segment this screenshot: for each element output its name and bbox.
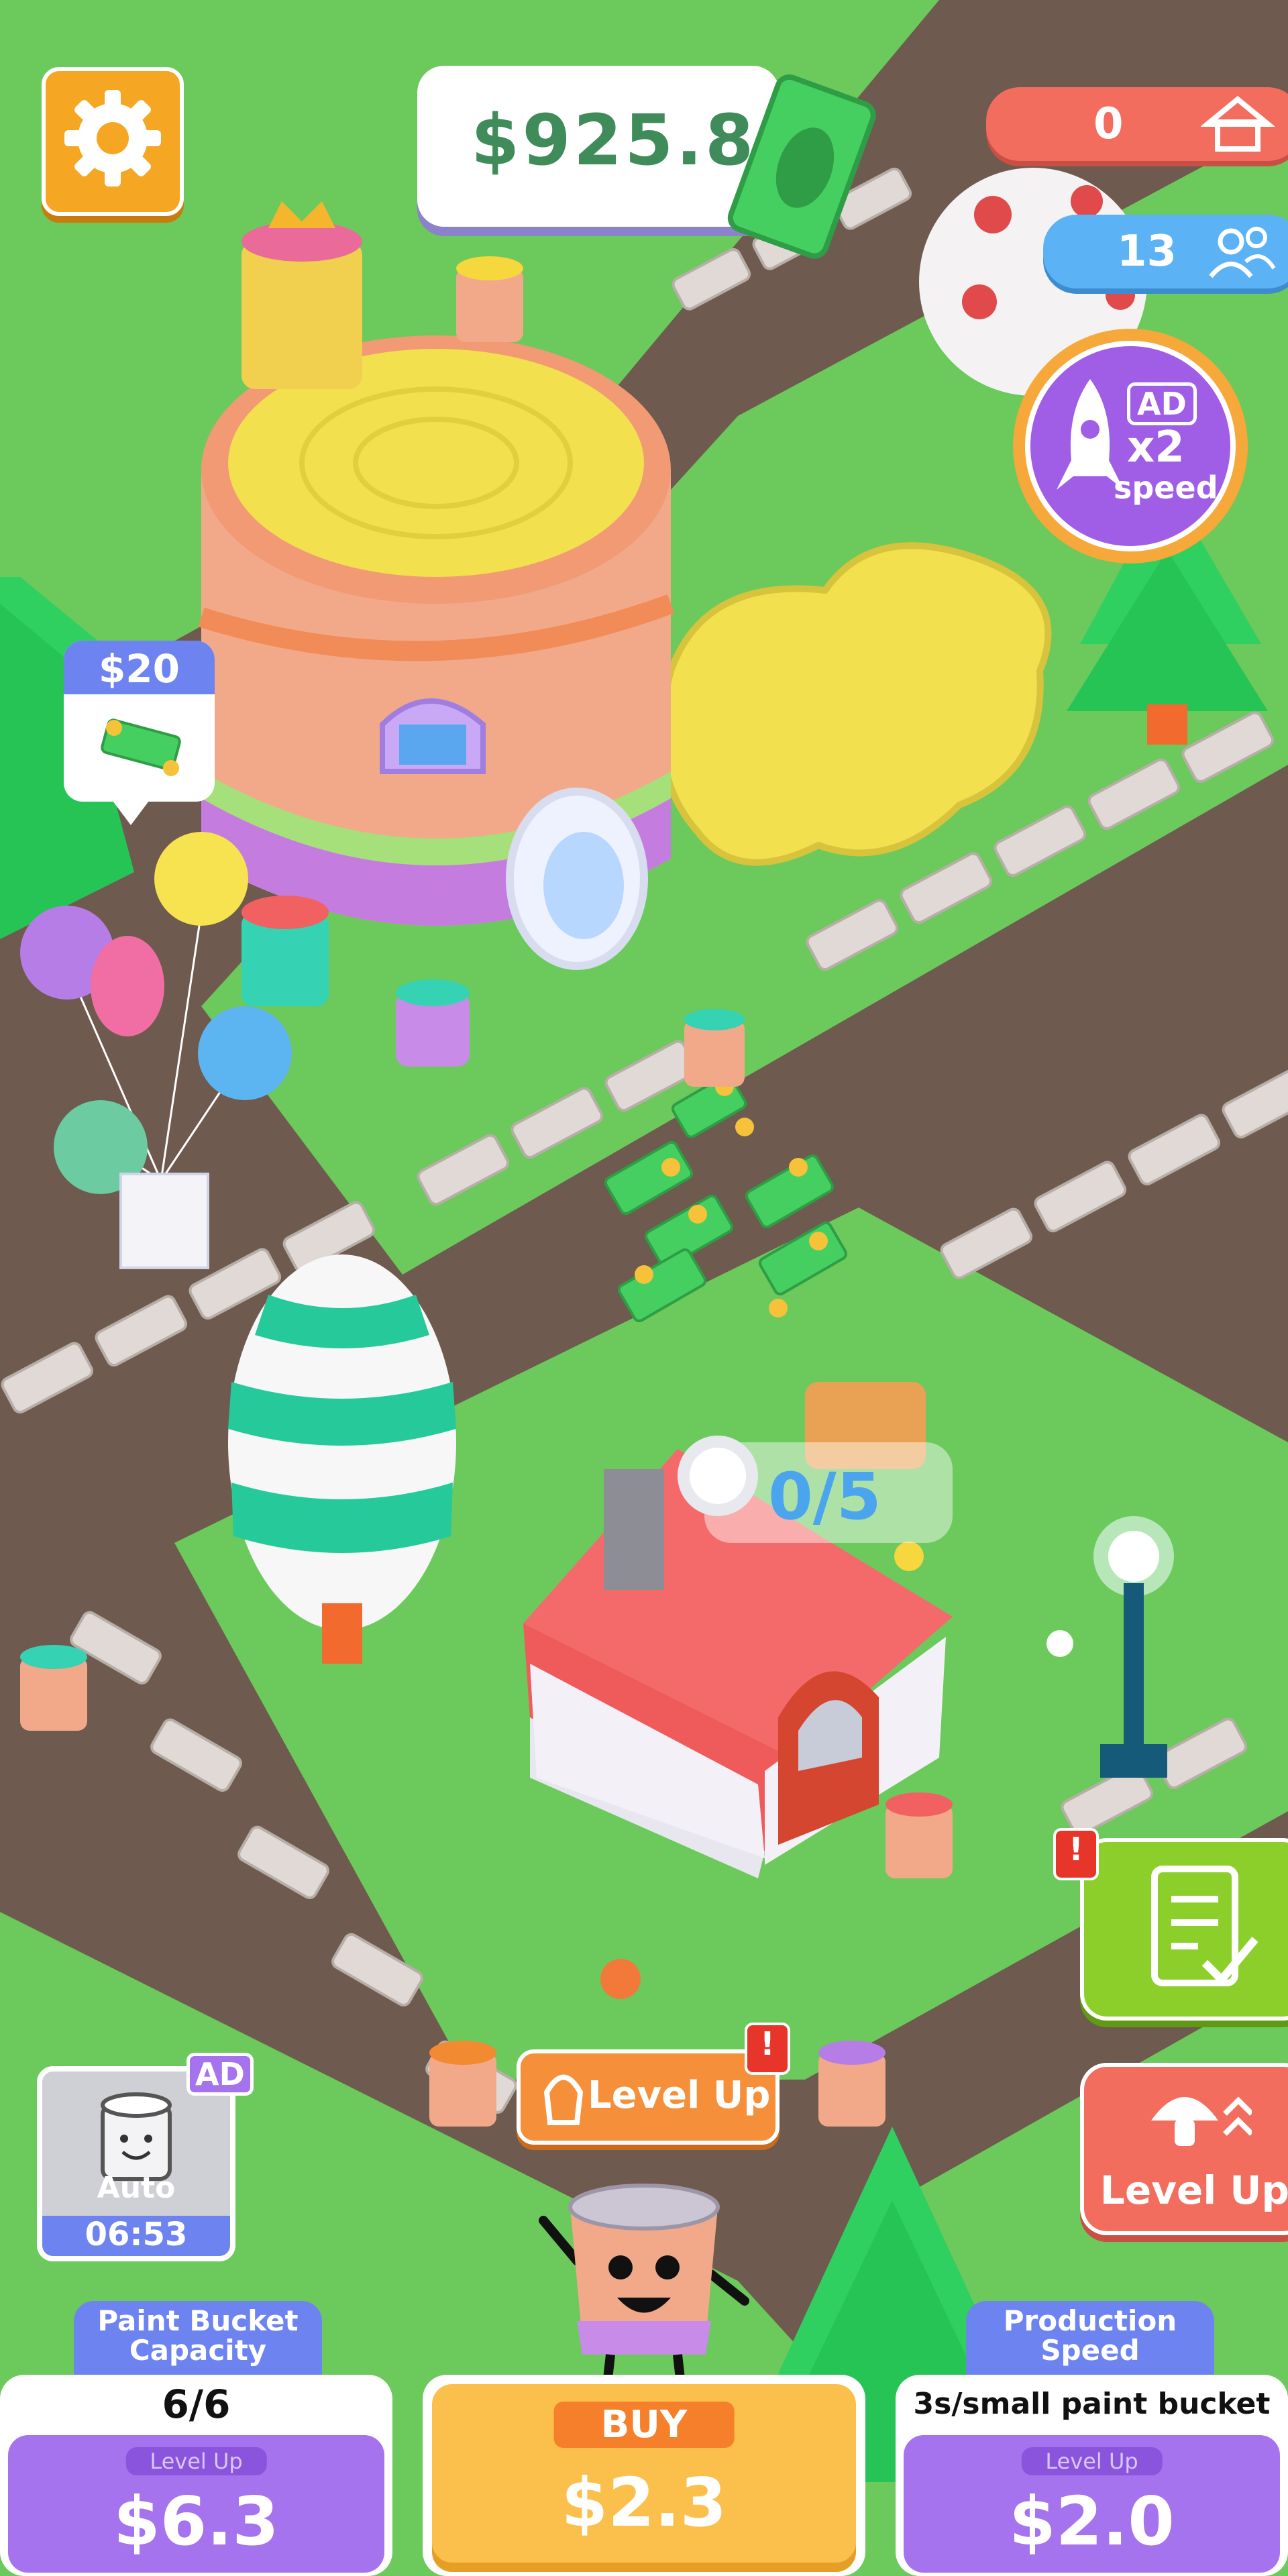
speed-title: Production Speed — [966, 2301, 1214, 2375]
gear-icon — [64, 90, 161, 186]
paint-bucket-icon — [543, 2074, 584, 2125]
auto-ad-badge: AD — [186, 2053, 254, 2096]
workers-count: 13 — [1117, 227, 1177, 276]
houses-count: 0 — [1093, 99, 1124, 149]
capacity-level-up-tag: Level Up — [125, 2447, 267, 2475]
auto-timer: 06:53 — [85, 2216, 188, 2253]
cash-icon — [101, 718, 181, 776]
buy-label: BUY — [553, 2402, 735, 2448]
buy-price: $2.3 — [561, 2463, 727, 2542]
cash-icon — [727, 74, 876, 259]
tasks-alert-badge: ! — [1053, 1828, 1099, 1880]
speed-card: 3s/small paint bucket Level Up $2.0 — [896, 2375, 1288, 2576]
ad-badge: AD — [1127, 382, 1197, 425]
settings-button[interactable] — [42, 67, 184, 216]
level-up-center-button[interactable]: Level Up — [517, 2049, 780, 2145]
level-up-center-label: Level Up — [588, 2074, 771, 2117]
speed-multiplier: x2 — [1127, 423, 1185, 472]
speed-value: 3s/small paint bucket — [913, 2387, 1271, 2421]
people-icon — [1209, 227, 1276, 278]
tasks-button[interactable] — [1080, 1838, 1288, 2021]
speed-price: $2.0 — [1009, 2482, 1175, 2561]
plot-price: $20 — [98, 646, 180, 692]
buy-card: BUY $2.3 — [423, 2375, 865, 2576]
level-up-side-label: Level Up — [1099, 2167, 1288, 2213]
houses-counter: 0 — [986, 87, 1288, 161]
house-progress-badge: 0/5 — [678, 1436, 953, 1543]
level-up-alert-badge: ! — [745, 2023, 790, 2075]
house-icon — [1201, 95, 1275, 152]
level-up-side-button[interactable]: Level Up — [1080, 2063, 1288, 2235]
money-value: $925.8 — [471, 99, 757, 181]
capacity-card: 6/6 Level Up $6.3 — [0, 2375, 392, 2576]
capacity-title: Paint Bucket Capacity — [74, 2301, 322, 2375]
capacity-price: $6.3 — [113, 2482, 279, 2561]
buy-button[interactable]: BUY $2.3 — [432, 2384, 856, 2572]
checklist-icon — [1151, 1866, 1258, 1986]
paint-tower — [198, 335, 675, 970]
ad-speed-boost-button[interactable]: AD x2 speed — [1013, 329, 1248, 564]
speed-label: speed — [1114, 470, 1218, 506]
workers-counter: 13 — [1043, 215, 1288, 288]
house-progress: 0/5 — [768, 1459, 881, 1534]
mushroom-icon — [1151, 2096, 1252, 2146]
speed-level-up-tag: Level Up — [1021, 2447, 1163, 2475]
capacity-upgrade-button[interactable]: Level Up $6.3 — [8, 2435, 384, 2573]
capacity-value: 6/6 — [162, 2381, 231, 2427]
plot-price-tag[interactable]: $20 — [64, 641, 215, 802]
auto-label: Auto — [97, 2171, 176, 2205]
speed-upgrade-button[interactable]: Level Up $2.0 — [904, 2435, 1280, 2573]
